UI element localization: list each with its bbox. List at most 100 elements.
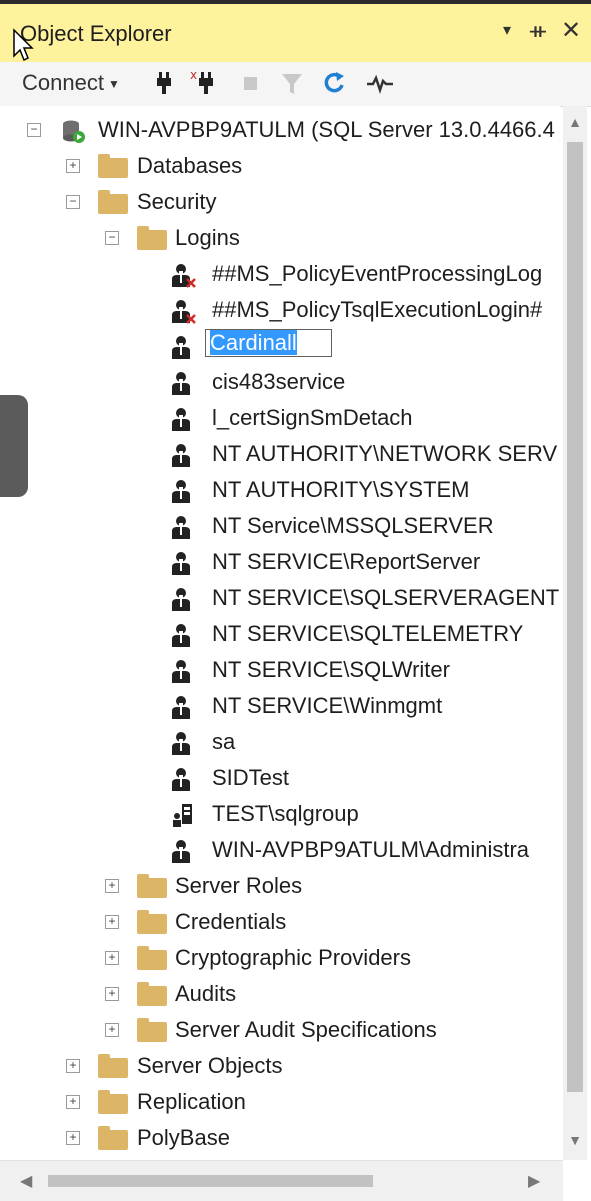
login-item[interactable]: l_certSignSmDetach bbox=[0, 401, 560, 435]
security-label: Security bbox=[137, 189, 217, 214]
login-item[interactable]: NT SERVICE\Winmgmt bbox=[0, 689, 560, 723]
tree-node-security[interactable]: − Security bbox=[0, 185, 560, 219]
folder-label: Server Audit Specifications bbox=[175, 1017, 437, 1042]
login-item[interactable]: sa bbox=[0, 725, 560, 759]
activity-monitor-icon[interactable] bbox=[366, 68, 394, 98]
login-item[interactable]: SIDTest bbox=[0, 761, 560, 795]
login-item[interactable]: NT SERVICE\ReportServer bbox=[0, 545, 560, 579]
object-explorer-toolbar: Connect ▼ x bbox=[0, 62, 591, 107]
login-item[interactable]: NT SERVICE\SQLTELEMETRY bbox=[0, 617, 560, 651]
collapse-icon[interactable]: − bbox=[66, 195, 80, 209]
login-disabled-icon bbox=[172, 264, 196, 288]
login-rename-input[interactable]: Cardinall bbox=[205, 329, 332, 357]
filter-icon[interactable] bbox=[278, 68, 306, 98]
login-item[interactable]: ##MS_PolicyTsqlExecutionLogin# bbox=[0, 293, 560, 327]
server-label: WIN-AVPBP9ATULM (SQL Server 13.0.4466.4 bbox=[98, 117, 555, 142]
login-item[interactable]: NT SERVICE\SQLWriter bbox=[0, 653, 560, 687]
collapse-icon[interactable]: − bbox=[27, 123, 41, 137]
vertical-scrollbar[interactable]: ▲ ▼ bbox=[563, 106, 587, 1160]
object-explorer-tree[interactable]: − WIN-AVPBP9ATULM (SQL Server 13.0.4466.… bbox=[0, 106, 560, 1160]
close-icon[interactable]: ✕ bbox=[561, 16, 581, 45]
horizontal-scrollbar[interactable]: ◀ ▶ bbox=[0, 1160, 563, 1201]
connect-plug-icon[interactable] bbox=[150, 68, 178, 98]
chevron-down-icon: ▼ bbox=[107, 77, 120, 92]
login-item[interactable]: Cardinall bbox=[0, 329, 560, 363]
login-user-icon bbox=[172, 696, 190, 719]
folder-label: Cryptographic Providers bbox=[175, 945, 411, 970]
tree-node-databases[interactable]: + Databases bbox=[0, 149, 560, 183]
expand-icon[interactable]: + bbox=[66, 1059, 80, 1073]
tree-node-logins[interactable]: − Logins bbox=[0, 221, 560, 255]
side-panel-tab[interactable] bbox=[0, 395, 28, 497]
folder-label: PolyBase bbox=[137, 1125, 230, 1150]
vertical-scrollbar-thumb[interactable] bbox=[567, 142, 583, 1092]
tree-node-security-child[interactable]: + Credentials bbox=[0, 905, 560, 939]
folder-icon bbox=[137, 1018, 167, 1042]
connect-label: Connect bbox=[22, 70, 104, 95]
tree-node-security-child[interactable]: + Server Audit Specifications bbox=[0, 1013, 560, 1047]
login-label: sa bbox=[212, 729, 236, 754]
tree-node-security-child[interactable]: + Audits bbox=[0, 977, 560, 1011]
login-item[interactable]: NT Service\MSSQLSERVER bbox=[0, 509, 560, 543]
collapse-icon[interactable]: − bbox=[105, 231, 119, 245]
expand-icon[interactable]: + bbox=[66, 159, 80, 173]
login-user-icon bbox=[172, 840, 190, 863]
tree-node-security-child[interactable]: + Server Roles bbox=[0, 869, 560, 903]
login-user-icon bbox=[172, 552, 190, 575]
login-item[interactable]: cis483service bbox=[0, 365, 560, 399]
folder-icon bbox=[98, 1126, 128, 1150]
logins-label: Logins bbox=[175, 225, 240, 250]
folder-icon bbox=[98, 154, 128, 178]
login-label: NT SERVICE\Winmgmt bbox=[212, 693, 443, 718]
refresh-icon[interactable] bbox=[320, 68, 348, 98]
expand-icon[interactable]: + bbox=[105, 879, 119, 893]
expand-icon[interactable]: + bbox=[105, 915, 119, 929]
tree-node-server[interactable]: − WIN-AVPBP9ATULM (SQL Server 13.0.4466.… bbox=[0, 113, 560, 147]
login-label: SIDTest bbox=[212, 765, 290, 790]
login-user-icon bbox=[172, 372, 190, 395]
expand-icon[interactable]: + bbox=[105, 1023, 119, 1037]
connect-button[interactable]: Connect ▼ bbox=[22, 70, 120, 96]
folder-icon bbox=[98, 1054, 128, 1078]
login-group-icon bbox=[173, 804, 192, 827]
login-item[interactable]: NT AUTHORITY\NETWORK SERV bbox=[0, 437, 560, 471]
mouse-cursor-icon bbox=[13, 28, 34, 62]
folder-icon bbox=[98, 1090, 128, 1114]
scroll-right-icon[interactable]: ▶ bbox=[528, 1171, 540, 1191]
login-user-icon bbox=[172, 516, 190, 539]
login-item[interactable]: NT SERVICE\SQLSERVERAGENT bbox=[0, 581, 560, 615]
folder-icon bbox=[98, 190, 128, 214]
scroll-left-icon[interactable]: ◀ bbox=[20, 1171, 32, 1191]
folder-icon bbox=[137, 874, 167, 898]
login-item[interactable]: NT AUTHORITY\SYSTEM bbox=[0, 473, 560, 507]
expand-icon[interactable]: + bbox=[105, 951, 119, 965]
disconnect-icon[interactable]: x bbox=[190, 68, 218, 98]
login-label: TEST\sqlgroup bbox=[212, 801, 359, 826]
login-item[interactable]: WIN-AVPBP9ATULM\Administra bbox=[0, 833, 560, 867]
expand-icon[interactable]: + bbox=[66, 1095, 80, 1109]
auto-hide-pin-icon[interactable]: ᚑ bbox=[530, 18, 546, 44]
folder-label: Server Objects bbox=[137, 1053, 283, 1078]
login-user-icon bbox=[172, 588, 190, 611]
window-position-dropdown-icon[interactable]: ▾ bbox=[503, 20, 511, 40]
expand-icon[interactable]: + bbox=[66, 1131, 80, 1145]
scroll-up-icon[interactable]: ▲ bbox=[563, 114, 587, 134]
login-user-icon bbox=[172, 408, 190, 431]
horizontal-scrollbar-thumb[interactable] bbox=[48, 1175, 373, 1187]
login-label: NT SERVICE\SQLWriter bbox=[212, 657, 450, 682]
login-user-icon bbox=[172, 444, 190, 467]
tree-node-security-child[interactable]: + Cryptographic Providers bbox=[0, 941, 560, 975]
login-label: ##MS_PolicyEventProcessingLog bbox=[212, 261, 543, 286]
folder-label: Replication bbox=[137, 1089, 246, 1114]
tree-node-server-child[interactable]: + Server Objects bbox=[0, 1049, 560, 1083]
login-item[interactable]: ##MS_PolicyEventProcessingLog bbox=[0, 257, 560, 291]
login-user-icon bbox=[172, 336, 190, 359]
login-label: l_certSignSmDetach bbox=[212, 405, 413, 430]
tree-node-server-child[interactable]: + Replication bbox=[0, 1085, 560, 1119]
scroll-down-icon[interactable]: ▼ bbox=[563, 1132, 587, 1152]
tree-node-server-child[interactable]: + PolyBase bbox=[0, 1121, 560, 1155]
login-user-icon bbox=[172, 732, 190, 755]
stop-icon[interactable] bbox=[237, 68, 265, 98]
expand-icon[interactable]: + bbox=[105, 987, 119, 1001]
login-item[interactable]: TEST\sqlgroup bbox=[0, 797, 560, 831]
